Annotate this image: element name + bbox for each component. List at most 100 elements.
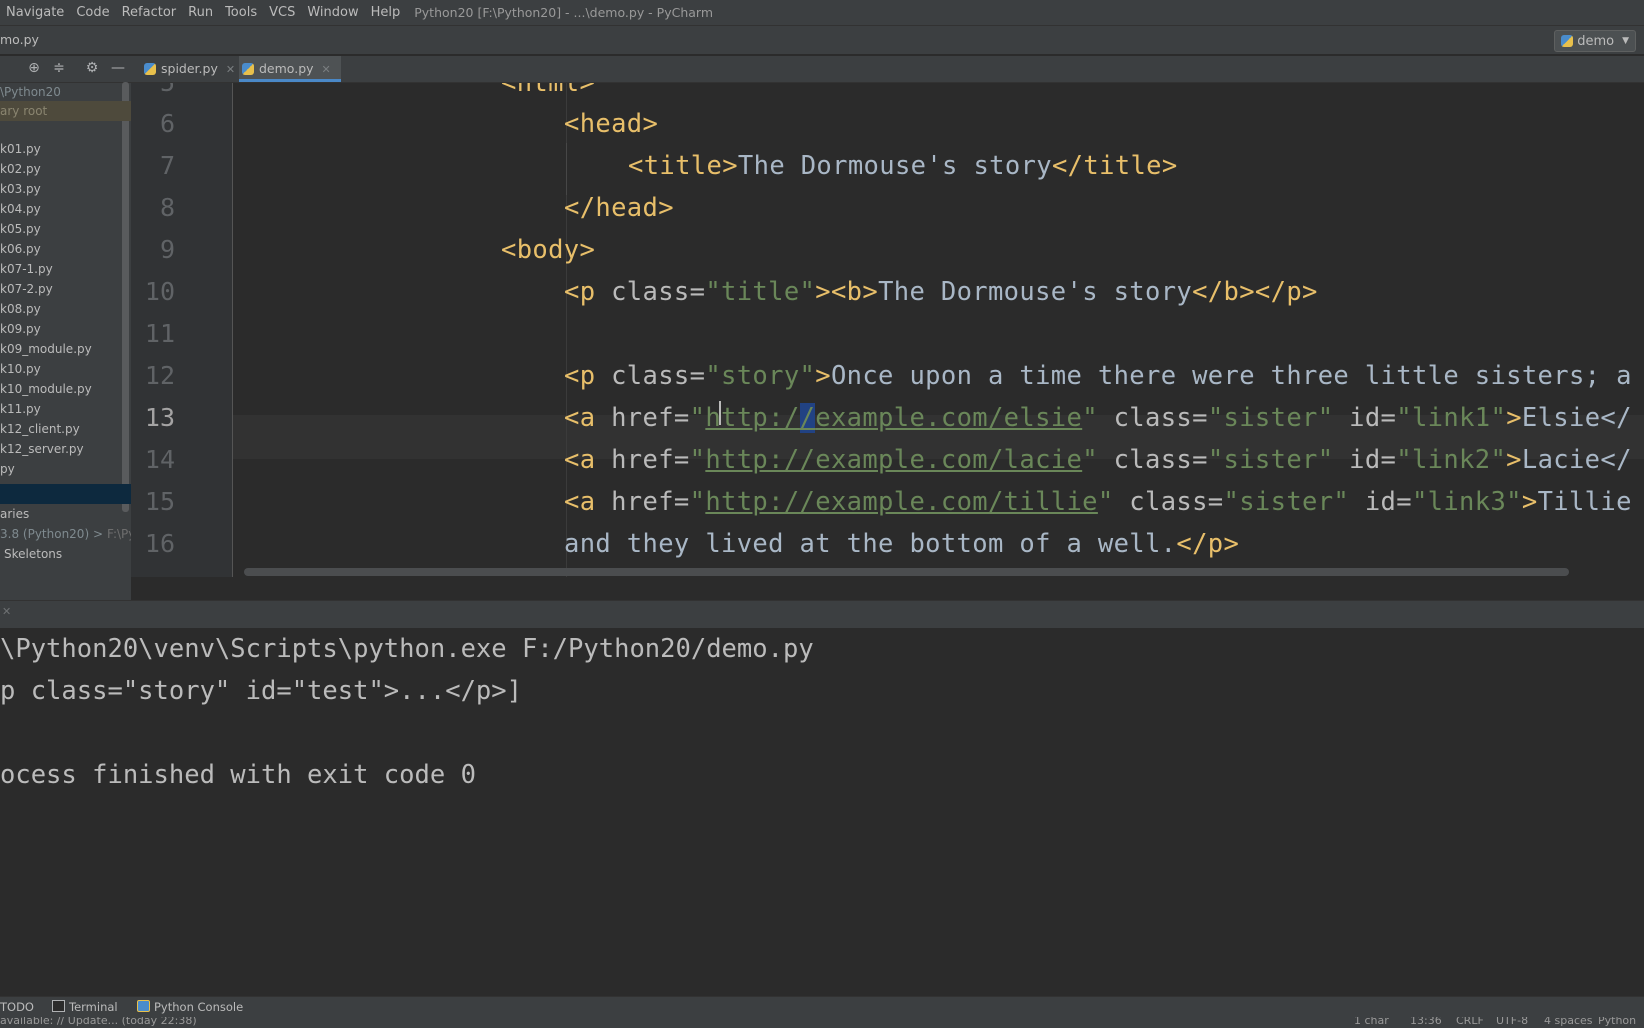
tree-skeletons[interactable]: Skeletons [0, 544, 131, 564]
line-number: 8 [159, 193, 175, 222]
tree-selected-row[interactable] [0, 484, 131, 504]
line-number-gutter: 5 6 7 8 9 10 11 12 13 14 15 16 [131, 83, 233, 577]
tree-file-item[interactable]: k03.py [0, 179, 131, 199]
todo-button[interactable]: TODO [0, 999, 34, 1015]
indent-guide [566, 143, 567, 195]
menu-window[interactable]: Window [301, 5, 364, 20]
hide-icon[interactable]: — [110, 60, 126, 76]
tree-interpreter[interactable]: 3.8 (Python20) > F:\Py [0, 524, 131, 544]
menu-refactor[interactable]: Refactor [116, 5, 183, 20]
line-number: 15 [144, 487, 175, 516]
status-interpreter[interactable]: Python [1598, 1017, 1636, 1027]
status-indent[interactable]: 4 spaces [1544, 1017, 1593, 1027]
collapse-all-icon[interactable]: ≑ [51, 60, 67, 76]
console-line: ocess finished with exit code 0 [0, 760, 476, 790]
url-link[interactable]: http://example.com/tillie [705, 487, 1098, 517]
tree-file-item[interactable]: k04.py [0, 199, 131, 219]
editor-horizontal-scrollbar[interactable] [244, 568, 1569, 576]
code-line-15: <a href="http://example.com/tillie" clas… [564, 487, 1632, 517]
code-line-6: <head> [564, 109, 659, 139]
run-tool-window-header: ✕ [0, 600, 1644, 628]
tree-item-label: 3.8 (Python20) > [0, 527, 103, 541]
run-console-output[interactable]: \Python20\venv\Scripts\python.exe F:/Pyt… [0, 628, 1644, 996]
tree-file-item[interactable]: k01.py [0, 139, 131, 159]
python-console-button[interactable]: Python Console [137, 999, 243, 1015]
line-number: 10 [144, 277, 175, 306]
tree-item-label: k01.py [0, 142, 41, 156]
tree-file-item[interactable]: k08.py [0, 299, 131, 319]
tree-item-label: Skeletons [4, 547, 63, 561]
tree-file-item[interactable]: k12_server.py [0, 439, 131, 459]
menu-navigate[interactable]: Navigate [0, 5, 70, 20]
line-number: 6 [159, 109, 175, 138]
tree-file-item[interactable]: py [0, 459, 131, 479]
tree-external-libraries[interactable]: aries [0, 504, 131, 524]
tool-window-bar: TODO Terminal Python Console [0, 996, 1644, 1017]
tree-file-item[interactable]: k07-2.py [0, 279, 131, 299]
status-caret-position[interactable]: 13:36 [1410, 1017, 1442, 1027]
terminal-button[interactable]: Terminal [52, 999, 118, 1015]
python-file-icon [144, 63, 156, 75]
tree-file-item[interactable]: k10_module.py [0, 379, 131, 399]
tree-item-label: ary root [0, 104, 48, 118]
tree-item-label: k04.py [0, 202, 41, 216]
tree-item-label: k06.py [0, 242, 41, 256]
tree-file-item[interactable]: k05.py [0, 219, 131, 239]
code-editor[interactable]: 5 6 7 8 9 10 11 12 13 14 15 16 <html> <h… [131, 83, 1644, 577]
tree-file-item[interactable]: k09.py [0, 319, 131, 339]
close-icon[interactable]: ✕ [2, 605, 11, 618]
tree-item-label: k09_module.py [0, 342, 92, 356]
python-icon [1561, 35, 1574, 47]
breadcrumb-file[interactable]: mo.py [0, 32, 39, 47]
tree-item-label: k07-1.py [0, 262, 53, 276]
terminal-icon [52, 1000, 65, 1012]
close-icon[interactable]: ✕ [322, 63, 331, 76]
status-selection: 1 char [1354, 1017, 1389, 1027]
tree-file-item[interactable]: k12_client.py [0, 419, 131, 439]
tree-file-item[interactable]: k06.py [0, 239, 131, 259]
gear-icon[interactable]: ⚙ [84, 60, 100, 76]
menu-help[interactable]: Help [365, 5, 407, 20]
console-line: \Python20\venv\Scripts\python.exe F:/Pyt… [0, 634, 814, 664]
run-configuration-dropdown[interactable]: demo ▼ [1554, 30, 1636, 52]
status-message[interactable]: available: // Update... (today 22:38) [0, 1017, 197, 1027]
line-number: 16 [144, 529, 175, 558]
tree-file-item[interactable]: k09_module.py [0, 339, 131, 359]
tree-file-item[interactable]: k02.py [0, 159, 131, 179]
line-number: 12 [144, 361, 175, 390]
tree-item-label: py [0, 462, 15, 476]
text-cursor-selection: / [799, 403, 816, 433]
tab-spider-py[interactable]: spider.py ✕ [141, 56, 235, 82]
window-title: Python20 [F:\Python20] - ...\demo.py - P… [414, 5, 714, 20]
line-number: 5 [131, 83, 175, 97]
close-icon[interactable]: ✕ [226, 63, 235, 76]
code-line-13: <a href="http://example.com/elsie" class… [564, 403, 1632, 433]
tree-item-label: k11.py [0, 402, 41, 416]
tree-file-item[interactable]: k10.py [0, 359, 131, 379]
menu-run[interactable]: Run [182, 5, 219, 20]
status-bar: available: // Update... (today 22:38) 1 … [0, 1017, 1644, 1028]
tree-item-label: k03.py [0, 182, 41, 196]
status-line-separator[interactable]: CRLF [1456, 1017, 1484, 1027]
tree-item-label: k12_server.py [0, 442, 84, 456]
url-link[interactable]: http://example.com/lacie [705, 445, 1082, 475]
tree-file-item[interactable]: k07-1.py [0, 259, 131, 279]
locate-icon[interactable]: ⊕ [26, 60, 42, 76]
tree-item-label: \Python20 [0, 85, 61, 99]
tree-item-label: aries [0, 507, 30, 521]
menu-tools[interactable]: Tools [219, 5, 263, 20]
tab-label: demo.py [259, 61, 314, 76]
tree-file-item[interactable]: k11.py [0, 399, 131, 419]
status-encoding[interactable]: UTF-8 [1496, 1017, 1528, 1027]
tree-root-path[interactable]: \Python20 [0, 82, 131, 102]
line-number: 14 [144, 445, 175, 474]
tab-demo-py[interactable]: demo.py ✕ [239, 56, 341, 82]
tree-item-label: k05.py [0, 222, 41, 236]
url-link[interactable]: example.com/elsie [815, 403, 1082, 433]
tree-library-root[interactable]: ary root [0, 101, 131, 121]
menu-code[interactable]: Code [70, 5, 115, 20]
code-line-8: </head> [564, 193, 674, 223]
navigation-bar: mo.py demo ▼ [0, 26, 1644, 55]
menu-vcs[interactable]: VCS [263, 5, 301, 20]
line-number: 9 [159, 235, 175, 264]
